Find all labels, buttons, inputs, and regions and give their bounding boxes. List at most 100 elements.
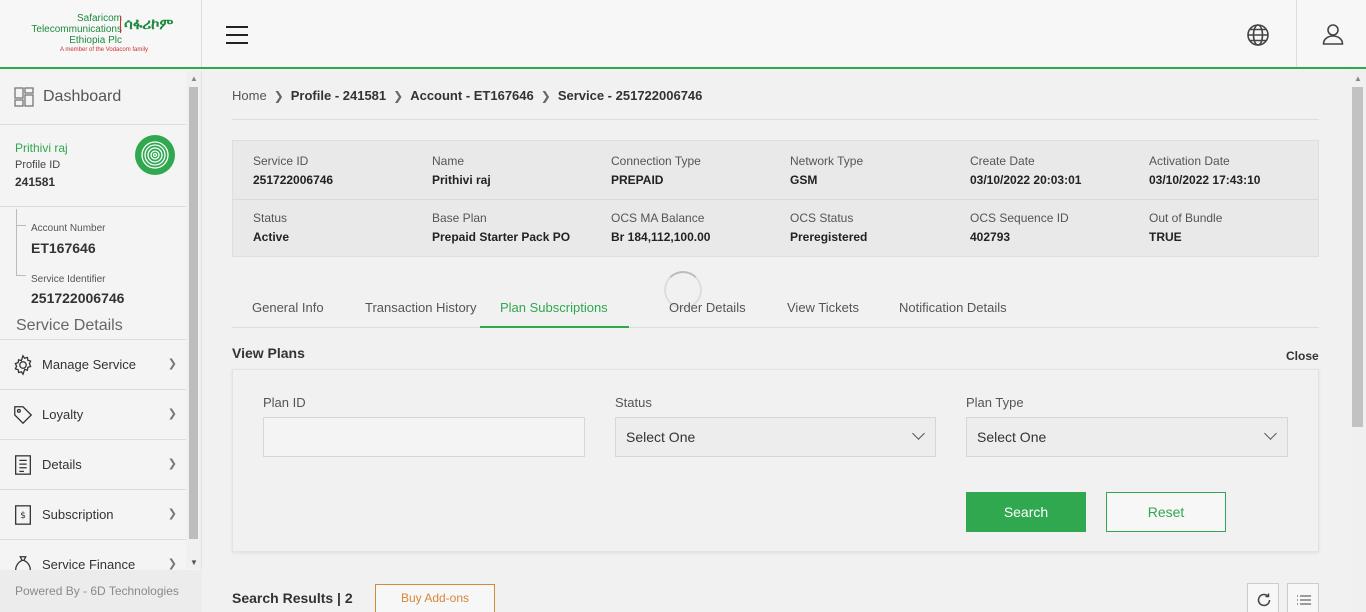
- plan-type-select-value: Select One: [977, 429, 1047, 445]
- profile-id-label: Profile ID: [15, 159, 61, 171]
- menu-label: Loyalty: [42, 407, 84, 422]
- info-value: 402793: [970, 230, 1011, 244]
- info-out-of-bundle: Out of Bundle TRUE: [1149, 211, 1222, 244]
- info-value: 03/10/2022 17:43:10: [1149, 173, 1261, 187]
- refresh-icon: [1257, 593, 1271, 607]
- filter-panel: Plan ID Status Select One Plan Type Sele…: [232, 369, 1319, 552]
- scroll-up-icon[interactable]: ▲: [1354, 74, 1362, 83]
- breadcrumb: Home ❯ Profile - 241581 ❯ Account - ET16…: [232, 88, 702, 103]
- info-value: TRUE: [1149, 230, 1182, 244]
- info-connection-type: Connection Type PREPAID: [611, 154, 701, 187]
- search-results-title: Search Results | 2: [232, 590, 353, 606]
- service-details-title: Service Details: [16, 317, 123, 334]
- breadcrumb-account[interactable]: Account - ET167646: [410, 88, 534, 103]
- tab-bar: General Info Transaction History Plan Su…: [232, 292, 1319, 328]
- info-value: 251722006746: [253, 173, 334, 187]
- close-link[interactable]: Close: [1286, 349, 1319, 363]
- info-label: Name: [432, 154, 465, 168]
- tree-line: [16, 209, 17, 275]
- plan-id-input[interactable]: [263, 417, 585, 457]
- hamburger-menu-icon[interactable]: [226, 26, 248, 46]
- logo-line1: Safaricom: [76, 13, 122, 24]
- account-number[interactable]: ET167646: [31, 240, 96, 256]
- logo-line2: Telecommunications: [31, 24, 122, 35]
- tab-order-details[interactable]: Order Details: [669, 292, 746, 328]
- fingerprint-icon[interactable]: [135, 135, 175, 175]
- user-menu[interactable]: [1296, 0, 1366, 67]
- tab-general-info[interactable]: General Info: [252, 292, 324, 328]
- profile-name[interactable]: Prithivi raj: [15, 141, 68, 155]
- account-number-label: Account Number: [31, 223, 106, 234]
- tag-icon: [14, 405, 33, 424]
- tab-view-tickets[interactable]: View Tickets: [787, 292, 859, 328]
- scroll-up-icon[interactable]: ▲: [190, 74, 198, 83]
- info-activation-date: Activation Date 03/10/2022 17:43:10: [1149, 154, 1260, 187]
- plan-type-select[interactable]: Select One: [966, 417, 1288, 457]
- user-icon: [1322, 24, 1344, 45]
- menu-label: Manage Service: [42, 357, 136, 372]
- list-view-button[interactable]: [1287, 583, 1319, 612]
- service-identifier[interactable]: 251722006746: [31, 290, 124, 306]
- tab-notification-details[interactable]: Notification Details: [899, 292, 1007, 328]
- info-value: Prepaid Starter Pack PO: [432, 230, 571, 244]
- tree-line: [16, 225, 26, 226]
- scroll-down-icon[interactable]: ▼: [190, 558, 198, 567]
- info-value: Br 184,112,100.00: [611, 230, 711, 244]
- chevron-right-icon: ❯: [167, 458, 177, 470]
- powered-by: Powered By - 6D Technologies: [0, 570, 202, 612]
- buy-addons-button[interactable]: Buy Add-ons: [375, 584, 495, 612]
- sidebar-item-dashboard[interactable]: Dashboard: [14, 87, 121, 107]
- info-network-type: Network Type GSM: [790, 154, 863, 187]
- info-label: Activation Date: [1149, 154, 1230, 168]
- breadcrumb-service: Service - 251722006746: [557, 88, 703, 103]
- scrollbar-thumb[interactable]: [1352, 87, 1363, 427]
- breadcrumb-home[interactable]: Home: [232, 88, 267, 103]
- document-icon: [15, 454, 31, 475]
- breadcrumb-profile[interactable]: Profile - 241581: [291, 88, 386, 103]
- info-label: Service ID: [253, 154, 309, 168]
- chevron-right-icon: ❯: [167, 558, 177, 570]
- scrollbar-thumb[interactable]: [189, 87, 198, 539]
- info-label: Base Plan: [432, 211, 487, 225]
- sidebar-item-manage-service[interactable]: Manage Service ❯: [0, 339, 186, 389]
- profile-id: 241581: [15, 175, 56, 189]
- info-base-plan: Base Plan Prepaid Starter Pack PO: [432, 211, 570, 244]
- logo-line3: Ethiopia Plc: [69, 35, 122, 46]
- sidebar-item-subscription[interactable]: $ Subscription ❯: [0, 489, 186, 539]
- search-button[interactable]: Search: [966, 492, 1086, 532]
- info-label: OCS Status: [790, 211, 854, 225]
- info-ocs-status: OCS Status Preregistered: [790, 211, 867, 244]
- status-select[interactable]: Select One: [615, 417, 936, 457]
- plan-id-label: Plan ID: [263, 395, 306, 410]
- view-plans-title: View Plans: [232, 345, 305, 361]
- sidebar-item-loyalty[interactable]: Loyalty ❯: [0, 389, 186, 439]
- sidebar-item-details[interactable]: Details ❯: [0, 439, 186, 489]
- divider: [0, 206, 186, 207]
- dashboard-label: Dashboard: [43, 88, 122, 105]
- chevron-right-icon: ❯: [393, 88, 404, 103]
- refresh-button[interactable]: [1247, 583, 1279, 612]
- info-label: Out of Bundle: [1149, 211, 1223, 225]
- chevron-right-icon: ❯: [273, 88, 284, 103]
- list-icon: [1297, 595, 1311, 605]
- logo[interactable]: Safaricom Telecommunications Ethiopia Pl…: [0, 0, 202, 67]
- chevron-right-icon: ❯: [540, 88, 551, 103]
- info-value: 03/10/2022 20:03:01: [970, 173, 1082, 187]
- tab-transaction-history[interactable]: Transaction History: [365, 292, 477, 328]
- gear-icon: [14, 353, 32, 376]
- reset-button[interactable]: Reset: [1106, 492, 1226, 532]
- tab-plan-subscriptions[interactable]: Plan Subscriptions: [480, 292, 629, 328]
- logo-tagline: A member of the Vodacom family: [60, 47, 149, 53]
- info-label: OCS MA Balance: [611, 211, 705, 225]
- chevron-down-icon: [912, 427, 925, 440]
- logo-amharic: ሳፋሪኮም: [120, 16, 173, 33]
- service-identifier-label: Service Identifier: [31, 274, 106, 285]
- chevron-right-icon: ❯: [167, 408, 177, 420]
- main-scrollbar[interactable]: ▲: [1350, 71, 1366, 612]
- info-value: GSM: [790, 173, 818, 187]
- globe-icon[interactable]: [1246, 23, 1270, 47]
- receipt-icon: $: [15, 504, 31, 525]
- sidebar-scrollbar[interactable]: ▲ ▼: [186, 71, 201, 569]
- logo-text: Safaricom Telecommunications Ethiopia Pl…: [30, 13, 122, 46]
- info-label: Connection Type: [611, 154, 701, 168]
